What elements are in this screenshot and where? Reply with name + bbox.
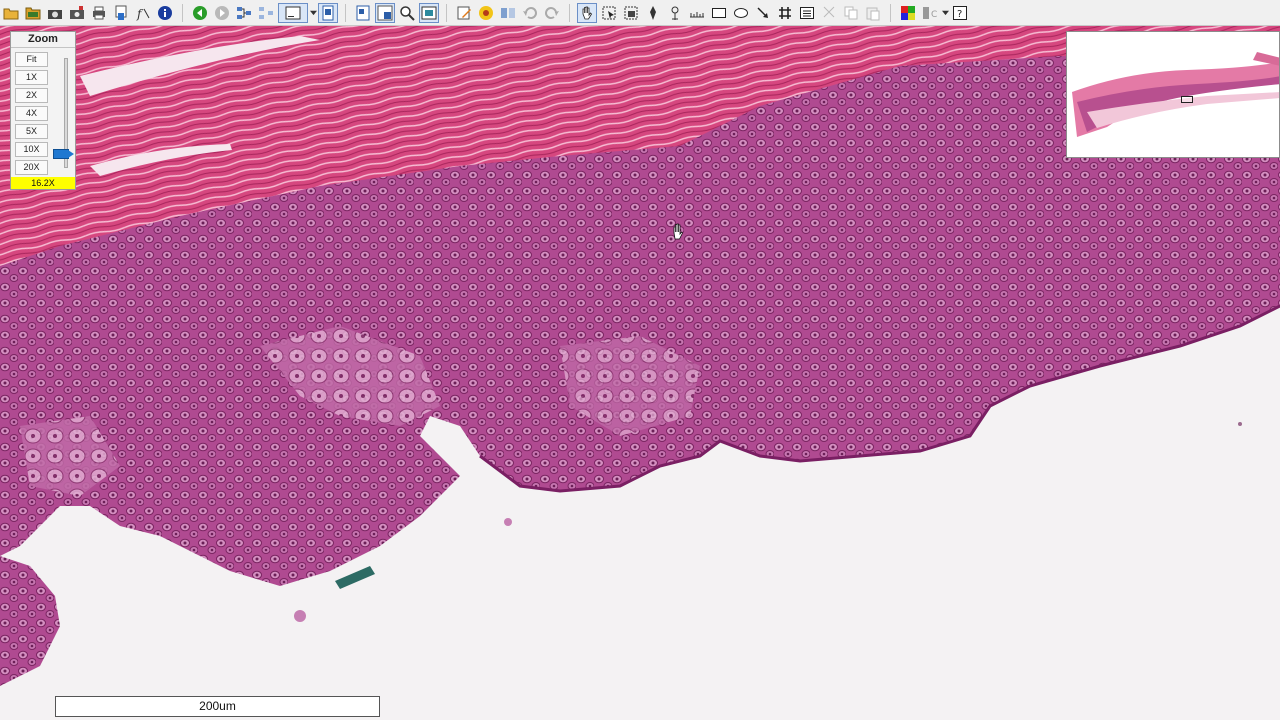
copy-icon[interactable] [841, 3, 861, 23]
ellipse-icon[interactable] [731, 3, 751, 23]
file-tools: f [0, 0, 176, 25]
zoom-1x-button[interactable]: 1X [15, 70, 48, 85]
color-icon[interactable] [898, 3, 918, 23]
toolbar-separator [446, 3, 447, 22]
toolbar-separator [890, 3, 891, 22]
camera-icon[interactable] [45, 3, 65, 23]
ruler-icon[interactable] [665, 3, 685, 23]
cut-icon[interactable] [819, 3, 839, 23]
chevron-down-icon[interactable] [309, 3, 317, 23]
zoom-fit-button[interactable]: Fit [15, 52, 48, 67]
chevron-down-icon[interactable] [941, 3, 949, 23]
zoom-panel: Zoom Fit 1X 2X 4X 5X 10X 20X 16.2X [10, 31, 76, 190]
folder-icon[interactable] [23, 3, 43, 23]
svg-text:C: C [931, 10, 937, 20]
zoom-slider-handle[interactable] [53, 149, 74, 159]
list-icon[interactable] [797, 3, 817, 23]
svg-text:f: f [136, 7, 144, 21]
toolbar-separator [569, 3, 570, 22]
function-icon[interactable]: f [133, 3, 153, 23]
fit-window-icon[interactable] [353, 3, 373, 23]
export-icon[interactable] [111, 3, 131, 23]
screen-icon[interactable] [419, 2, 439, 23]
open-folder-icon[interactable] [1, 3, 21, 23]
overview-navigator[interactable] [1066, 31, 1280, 158]
zoom-5x-button[interactable]: 5X [15, 124, 48, 139]
nav-tools [189, 0, 339, 25]
toolbar-separator [182, 3, 183, 22]
forward-icon[interactable] [212, 3, 232, 23]
redo-icon[interactable] [542, 3, 562, 23]
arrow-icon[interactable] [753, 3, 773, 23]
layout-icon[interactable] [256, 3, 276, 23]
edit-tools [453, 0, 563, 25]
main-toolbar: f C ? [0, 0, 1280, 26]
overview-thumbnail [1067, 32, 1279, 157]
magnify-window-icon[interactable] [375, 2, 395, 23]
rectangle-icon[interactable] [709, 3, 729, 23]
window-icon[interactable] [278, 2, 308, 23]
edit-icon[interactable] [454, 3, 474, 23]
grid-icon[interactable] [775, 3, 795, 23]
ruler-scale-icon[interactable] [687, 3, 707, 23]
pen-icon[interactable] [643, 3, 663, 23]
select-icon[interactable] [599, 3, 619, 23]
back-icon[interactable] [190, 3, 210, 23]
print-icon[interactable] [89, 3, 109, 23]
svg-text:?: ? [957, 9, 962, 20]
zoom-icon[interactable] [397, 3, 417, 23]
panel-icon[interactable] [318, 2, 338, 23]
annotation-tools [576, 0, 884, 25]
zoom-2x-button[interactable]: 2X [15, 88, 48, 103]
view-tools [352, 0, 440, 25]
scale-bar: 200um [55, 696, 380, 717]
info-icon[interactable] [155, 3, 175, 23]
snapshot-icon[interactable] [621, 3, 641, 23]
measure-tool-icon[interactable] [476, 3, 496, 23]
zoom-4x-button[interactable]: 4X [15, 106, 48, 121]
settings-camera-icon[interactable] [67, 3, 87, 23]
display-tools: C ? [897, 0, 971, 25]
help-icon[interactable]: ? [950, 3, 970, 23]
hand-icon[interactable] [577, 2, 597, 23]
zoom-20x-button[interactable]: 20X [15, 160, 48, 175]
overview-viewport-indicator[interactable] [1181, 96, 1193, 103]
zoom-level-readout: 16.2X [11, 177, 75, 189]
toolbar-separator [345, 3, 346, 22]
compare-icon[interactable] [498, 3, 518, 23]
hand-cursor-icon [673, 223, 683, 240]
zoom-10x-button[interactable]: 10X [15, 142, 48, 157]
paste-icon[interactable] [863, 3, 883, 23]
network-icon[interactable] [234, 3, 254, 23]
undo-icon[interactable] [520, 3, 540, 23]
gray-icon[interactable]: C [920, 3, 940, 23]
zoom-title: Zoom [11, 32, 75, 48]
